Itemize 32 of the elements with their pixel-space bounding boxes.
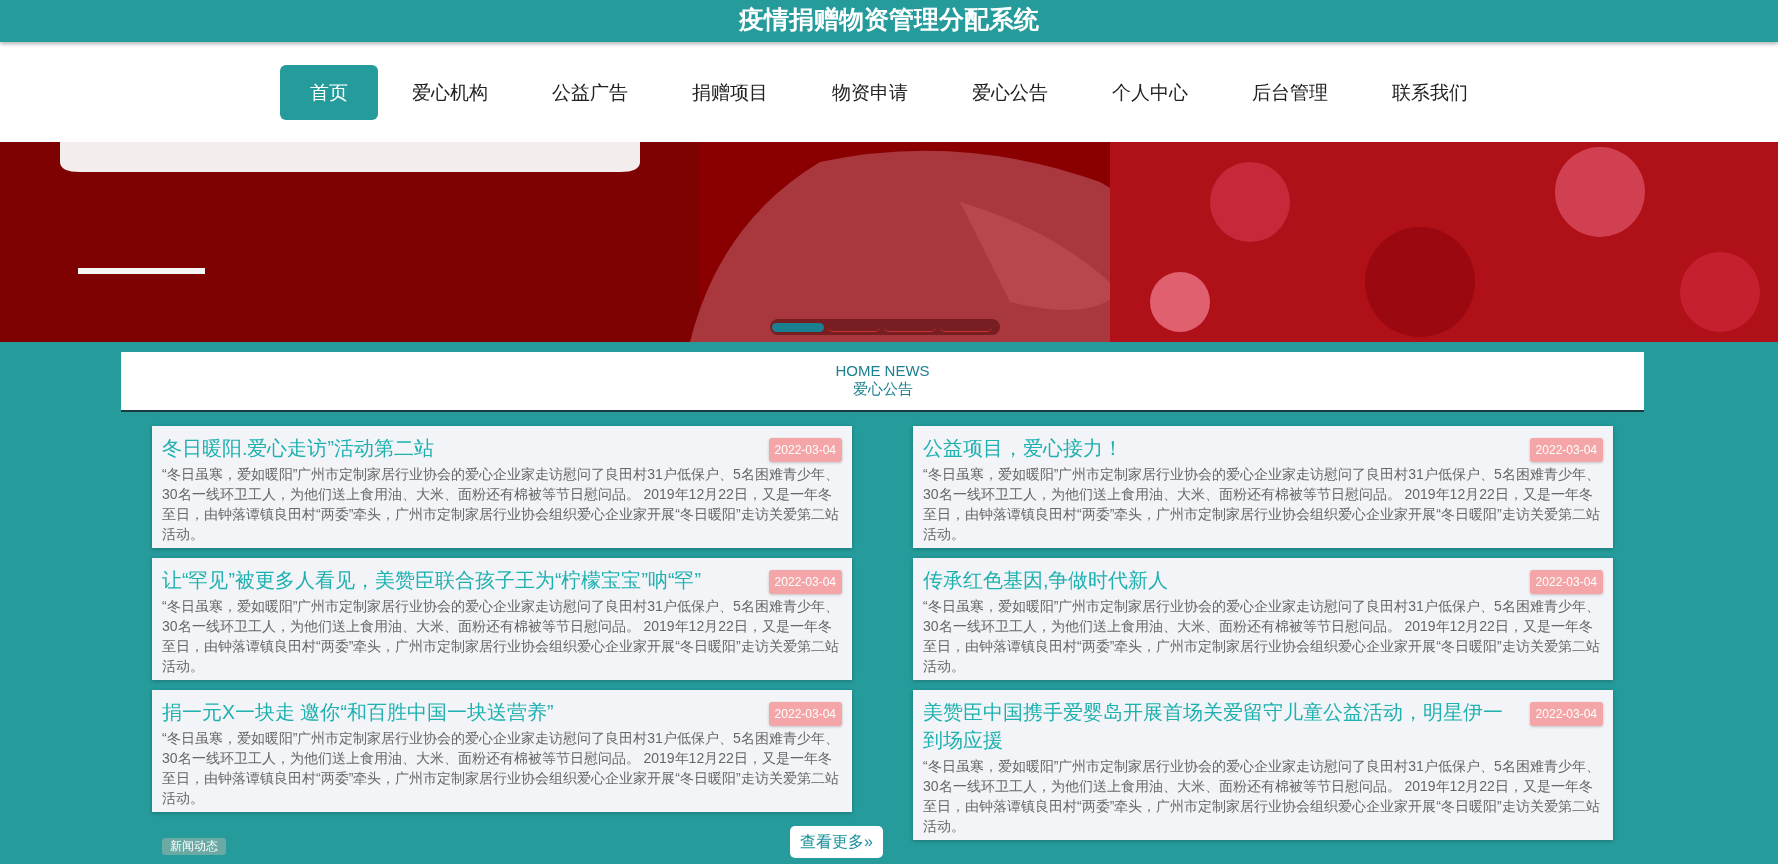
news-card[interactable]: 传承红色基因,争做时代新人 2022-03-04 “冬日虽寒，爱如暖阳”广州市定制家居行业协会的爱心企业家走访慰问了良田村31户低保户、5名困难青少年、30名一线环卫工人，为他们送上食用油、大米、面粉还有棉被等节日慰问品。 2019年12月22日，又是一年冬至日，由钟落谭镇良田村“两委”牵头，广州市定制家居行业协会组织爱心企业家开展“冬日暖阳”走访关爱第二站活动。: [913, 558, 1613, 680]
date-badge: 2022-03-04: [1529, 702, 1603, 726]
news-summary: “冬日虽寒，爱如暖阳”广州市定制家居行业协会的爱心企业家走访慰问了良田村31户低保户、5名困难青少年、30名一线环卫工人，为他们送上食用油、大米、面粉还有棉被等节日慰问品。 2019年12月22日，又是一年冬至日，由钟落谭镇良田村“两委”牵头，广州市定制家居行业协会组织爱心企业家开展“冬日暖阳”走访关爱第二站活动。: [923, 757, 1601, 836]
nav-tab[interactable]: 后台管理: [1222, 64, 1358, 120]
news-card[interactable]: [152, 558, 852, 680]
date-badge: 2022-03-04: [1529, 438, 1603, 462]
view-more-button[interactable]: 查看更多»: [790, 826, 883, 858]
nav-tab[interactable]: 捐赠项目: [662, 64, 798, 120]
site-title: 疫情捐赠物资管理分配系统: [739, 4, 1039, 35]
date-badge: 2022-03-04: [768, 438, 842, 462]
nav-tab[interactable]: 物资申请: [802, 64, 938, 120]
nav-tab[interactable]: 公益广告: [522, 64, 658, 120]
news-card[interactable]: 冬日暖阳.爱心走访”活动第二站 2022-03-04 “冬日虽寒，爱如暖阳”广州市定制家居行业协会的爱心企业家走访慰问了良田村31户低保户、5名困难青少年、30名一线环卫工人，为他们送上食用油、大米、面粉还有棉被等节日慰问品。 2019年12月22日，又是一年冬至日，由钟落谭镇良田村“两委”牵头，广州市定制家居行业协会组织爱心企业家开展“冬日暖阳”走访关爱第二站活动。: [152, 426, 852, 548]
nav-tab[interactable]: 首页: [280, 64, 378, 120]
news-tag: 新闻动态: [162, 838, 226, 855]
news-summary: “冬日虽寒，爱如暖阳”广州市定制家居行业协会的爱心企业家走访慰问了良田村31户低保户、5名困难青少年、30名一线环卫工人，为他们送上食用油、大米、面粉还有棉被等节日慰问品。 2019年12月22日，又是一年冬至日，由钟落谭镇良田村“两委”牵头，广州市定制家居行业协会组织爱心企业家开展“冬日暖阳”走访关爱第二站活动。: [923, 597, 1601, 676]
news-summary: “冬日虽寒，爱如暖阳”广州市定制家居行业协会的爱心企业家走访慰问了良田村31户低保户、5名困难青少年、30名一线环卫工人，为他们送上食用油、大米、面粉还有棉被等节日慰问品。 2019年12月22日，又是一年冬至日，由钟落谭镇良田村“两委”牵头，广州市定制家居行业协会组织爱心企业家开展“冬日暖阳”走访关爱第二站活动。: [162, 465, 840, 544]
news-card[interactable]: 捐一元X一块走 邀你“和百胜中国一块送营养” 2022-03-04 “冬日虽寒，爱如暖阳”广州市定制家居行业协会的爱心企业家走访慰问了良田村31户低保户、5名困难青少年、30名一线环卫工人，为他们送上食用油、大米、面粉还有棉被等节日慰问品。 2019年12月22日，又是一年冬至日，由钟落谭镇良田村“两委”牵头，广州市定制家居行业协会组织爱心企业家开展“冬日暖阳”走访关爱第二站活动。: [152, 690, 852, 812]
news-summary: “冬日虽寒，爱如暖阳”广州市定制家居行业协会的爱心企业家走访慰问了良田村31户低保户、5名困难青少年、30名一线环卫工人，为他们送上食用油、大米、面粉还有棉被等节日慰问品。 2019年12月22日，又是一年冬至日，由钟落谭镇良田村“两委”牵头，广州市定制家居行业协会组织爱心企业家开展“冬日暖阳”走访关爱第二站活动。: [162, 729, 840, 808]
news-summary: “冬日虽寒，爱如暖阳”广州市定制家居行业协会的爱心企业家走访慰问了良田村31户低保户、5名困难青少年、30名一线环卫工人，为他们送上食用油、大米、面粉还有棉被等节日慰问品。 2019年12月22日，又是一年冬至日，由钟落谭镇良田村“两委”牵头，广州市定制家居行业协会组织爱心企业家开展“冬日暖阳”走访关爱第二站活动。: [923, 465, 1601, 544]
date-badge: 2022-03-04: [768, 702, 842, 726]
nav-tab[interactable]: 个人中心: [1082, 64, 1218, 120]
news-card[interactable]: 公益项目，爱心接力！ 2022-03-04 “冬日虽寒，爱如暖阳”广州市定制家居行业协会的爱心企业家走访慰问了良田村31户低保户、5名困难青少年、30名一线环卫工人，为他们送上食用油、大米、面粉还有棉被等节日慰问品。 2019年12月22日，又是一年冬至日，由钟落谭镇良田村“两委”牵头，广州市定制家居行业协会组织爱心企业家开展“冬日暖阳”走访关爱第二站活动。: [913, 426, 1613, 548]
nav-tab[interactable]: 爱心公告: [942, 64, 1078, 120]
nav-tab[interactable]: 联系我们: [1362, 64, 1498, 120]
news-card[interactable]: [913, 690, 1613, 840]
news-summary: “冬日虽寒，爱如暖阳”广州市定制家居行业协会的爱心企业家走访慰问了良田村31户低保户、5名困难青少年、30名一线环卫工人，为他们送上食用油、大米、面粉还有棉被等节日慰问品。 2019年12月22日，又是一年冬至日，由钟落谭镇良田村“两委”牵头，广州市定制家居行业协会组织爱心企业家开展“冬日暖阳”走访关爱第二站活动。: [162, 597, 840, 676]
section-title: 爱心公告: [852, 380, 913, 398]
date-badge: 2022-03-04: [768, 570, 842, 594]
date-badge: 2022-03-04: [1529, 570, 1603, 594]
nav-tab[interactable]: 爱心机构: [382, 64, 518, 120]
section-subtitle: HOME NEWS: [835, 362, 930, 380]
